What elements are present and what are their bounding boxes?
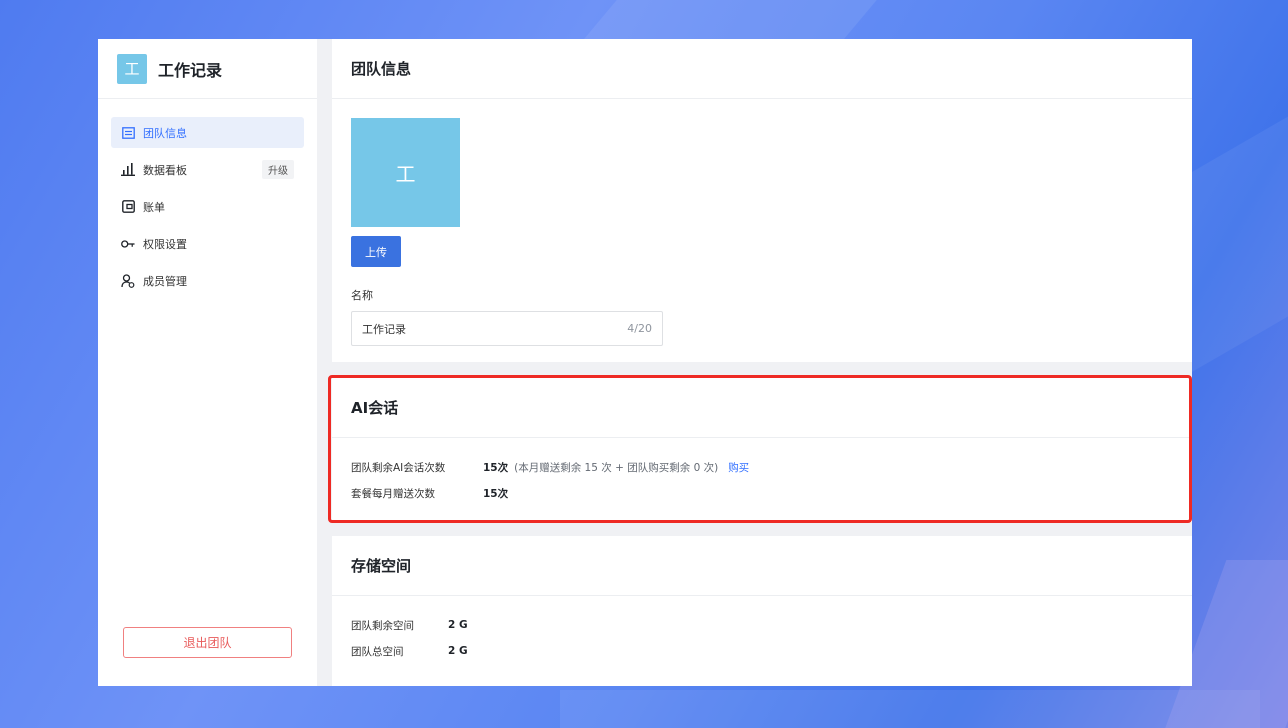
sidebar-nav: 团队信息 数据看板 升级 账单 权限设置 成员管理 [98,99,317,296]
info-row: 团队剩余空间 2 G [351,612,1173,638]
sidebar-item-dashboard[interactable]: 数据看板 升级 [111,154,304,185]
info-value: 15次 [483,487,509,500]
sidebar-item-label: 数据看板 [143,163,187,177]
buy-link[interactable]: 购买 [728,460,749,475]
sidebar: 工 工作记录 团队信息 数据看板 升级 账单 权限设置 成员管理 退出团队 [98,39,317,686]
background-stripe [560,690,1260,728]
upgrade-badge[interactable]: 升级 [262,160,294,179]
app-window: 工 工作记录 团队信息 数据看板 升级 账单 权限设置 成员管理 退出团队 团队… [98,39,1192,686]
team-info-icon [121,126,135,140]
sidebar-item-label: 团队信息 [143,126,187,140]
info-row: 团队总空间 2 G [351,638,1173,664]
sidebar-item-label: 账单 [143,200,165,214]
name-label: 名称 [351,289,373,302]
info-row: 套餐每月赠送次数 15次 [351,480,1173,506]
name-char-count: 4/20 [627,322,652,335]
info-value: 15次 [483,461,509,474]
sidebar-item-label: 权限设置 [143,237,187,251]
ai-chat-title: AI会话 [332,378,1192,438]
wallet-icon [121,200,135,214]
info-label: 套餐每月赠送次数 [351,487,435,500]
team-avatar: 工 [351,118,460,227]
upload-button[interactable]: 上传 [351,236,401,267]
info-row: 团队剩余AI会话次数 15次 (本月赠送剩余 15 次 + 团队购买剩余 0 次… [351,454,1173,480]
info-value: 2 G [448,619,468,631]
team-name-value: 工作记录 [362,322,406,336]
sidebar-item-billing[interactable]: 账单 [111,191,304,222]
team-info-title: 团队信息 [332,39,1192,99]
info-label: 团队总空间 [351,645,404,658]
members-icon [121,273,135,288]
info-value: 2 G [448,645,468,657]
info-note: (本月赠送剩余 15 次 + 团队购买剩余 0 次) [514,461,719,474]
brand: 工 工作记录 [98,39,317,99]
ai-chat-section: AI会话 团队剩余AI会话次数 15次 (本月赠送剩余 15 次 + 团队购买剩… [328,375,1192,523]
main-content: 团队信息 工 上传 名称 工作记录 4/20 AI会话 团队剩余AI会话次数 1… [317,39,1192,686]
sidebar-item-members[interactable]: 成员管理 [111,265,304,296]
info-label: 团队剩余AI会话次数 [351,461,446,474]
storage-card: 存储空间 团队剩余空间 2 G 团队总空间 2 G [332,536,1192,686]
team-info-card: 团队信息 工 上传 名称 工作记录 4/20 [332,39,1192,362]
quit-team-button[interactable]: 退出团队 [123,627,292,658]
info-label: 团队剩余空间 [351,619,414,632]
brand-logo: 工 [117,53,147,84]
sidebar-item-permissions[interactable]: 权限设置 [111,228,304,259]
sidebar-item-team-info[interactable]: 团队信息 [111,117,304,148]
key-icon [121,237,135,251]
storage-title: 存储空间 [332,536,1192,596]
chart-icon [121,163,135,177]
ai-chat-card: AI会话 团队剩余AI会话次数 15次 (本月赠送剩余 15 次 + 团队购买剩… [332,378,1192,522]
sidebar-item-label: 成员管理 [143,274,187,288]
team-name-input[interactable]: 工作记录 4/20 [351,311,663,346]
brand-title: 工作记录 [158,60,223,80]
